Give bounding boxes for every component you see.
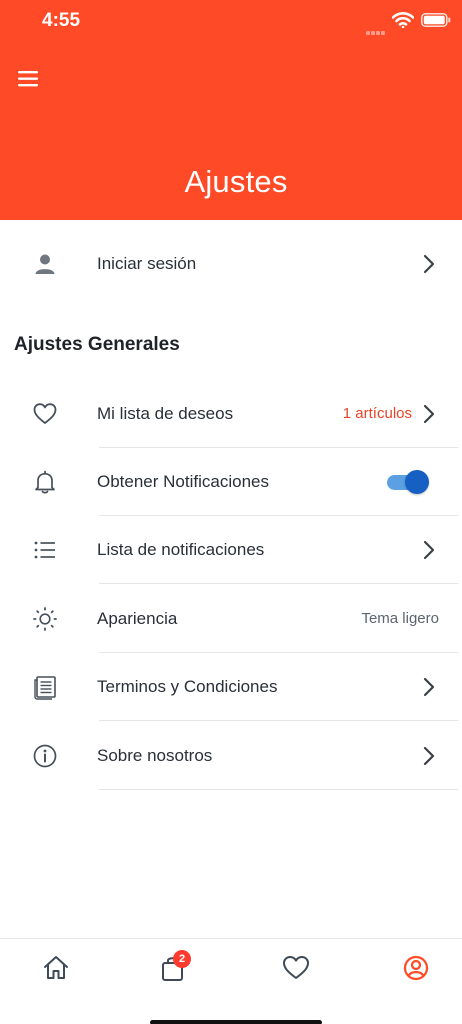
cellular-signal-icon [366, 22, 388, 35]
notification-list-row[interactable]: Lista de notificaciones [0, 516, 462, 584]
appearance-row[interactable]: Apariencia Tema ligero [0, 585, 462, 653]
login-label: Iniciar sesión [97, 254, 197, 273]
list-icon [34, 541, 55, 559]
app-header: 4:55 Ajustes [0, 0, 462, 220]
divider [99, 583, 458, 584]
tab-bar: 2 [0, 938, 462, 1024]
chevron-right-icon [423, 540, 435, 560]
home-indicator [150, 1020, 322, 1024]
notifications-toggle-row: Obtener Notificaciones [0, 448, 462, 516]
heart-icon[interactable] [281, 953, 311, 983]
chevron-right-icon [423, 254, 435, 274]
chevron-right-icon [423, 746, 435, 766]
menu-icon[interactable] [14, 66, 44, 92]
divider [99, 720, 458, 721]
sun-icon [33, 607, 57, 631]
about-label: Sobre nosotros [97, 746, 213, 765]
bell-icon [35, 470, 55, 494]
terms-label: Terminos y Condiciones [97, 677, 278, 696]
info-icon [33, 744, 57, 768]
wishlist-row[interactable]: Mi lista de deseos 1 artículos [0, 380, 462, 448]
chevron-right-icon [423, 677, 435, 697]
section-title-general: Ajustes Generales [14, 334, 180, 355]
terms-row[interactable]: Terminos y Condiciones [0, 653, 462, 721]
home-icon[interactable] [41, 953, 71, 983]
wishlist-count: 1 artículos [342, 405, 412, 422]
login-row[interactable]: Iniciar sesión [0, 230, 462, 298]
divider [99, 789, 458, 790]
appearance-label: Apariencia [97, 609, 178, 628]
page-title: Ajustes [184, 164, 288, 199]
heart-icon [33, 403, 57, 424]
profile-icon[interactable] [401, 953, 431, 983]
notifications-toggle[interactable] [385, 470, 431, 494]
battery-icon [421, 13, 451, 27]
chevron-right-icon [423, 404, 435, 424]
document-icon [34, 676, 56, 700]
status-bar: 4:55 [0, 0, 462, 44]
notification-list-label: Lista de notificaciones [97, 540, 265, 559]
notifications-label: Obtener Notificaciones [97, 472, 269, 491]
toggle-knob [405, 470, 429, 494]
status-time: 4:55 [42, 10, 81, 31]
wishlist-label: Mi lista de deseos [97, 404, 234, 423]
wifi-icon [392, 12, 414, 28]
cart-badge: 2 [173, 950, 191, 968]
appearance-value: Tema ligero [361, 610, 439, 627]
about-row[interactable]: Sobre nosotros [0, 722, 462, 790]
person-icon [35, 254, 55, 274]
